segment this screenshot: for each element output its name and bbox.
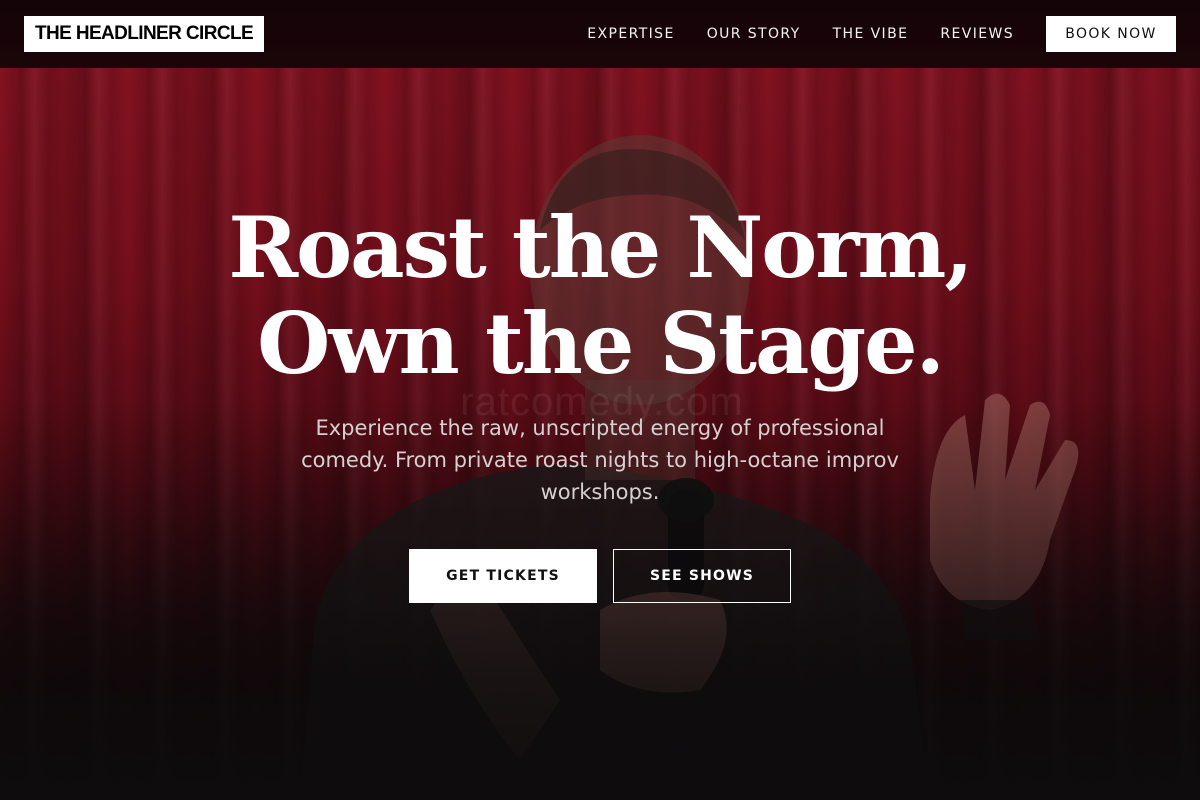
nav-link-reviews[interactable]: REVIEWS <box>940 26 1014 42</box>
hero-headline-line-2: Own the Stage. <box>257 294 945 393</box>
hero-headline: Roast the Norm, Own the Stage. <box>150 200 1050 392</box>
book-now-button[interactable]: BOOK NOW <box>1046 16 1176 52</box>
brand-logo[interactable]: THE HEADLINER CIRCLE <box>24 16 264 52</box>
hero-cta-group: GET TICKETS SEE SHOWS <box>409 549 791 603</box>
nav-link-the-vibe[interactable]: THE VIBE <box>833 26 909 42</box>
hero-headline-line-1: Roast the Norm, <box>228 198 973 297</box>
nav-link-expertise[interactable]: EXPERTISE <box>587 26 674 42</box>
nav-link-our-story[interactable]: OUR STORY <box>707 26 801 42</box>
hero-subtext: Experience the raw, unscripted energy of… <box>301 416 899 504</box>
top-navigation: THE HEADLINER CIRCLE EXPERTISE OUR STORY… <box>0 0 1200 68</box>
see-shows-button[interactable]: SEE SHOWS <box>613 549 791 603</box>
get-tickets-button[interactable]: GET TICKETS <box>409 549 597 603</box>
nav-links: EXPERTISE OUR STORY THE VIBE REVIEWS <box>587 26 1014 42</box>
hero-section: ratcomedy.com <box>0 0 1200 800</box>
